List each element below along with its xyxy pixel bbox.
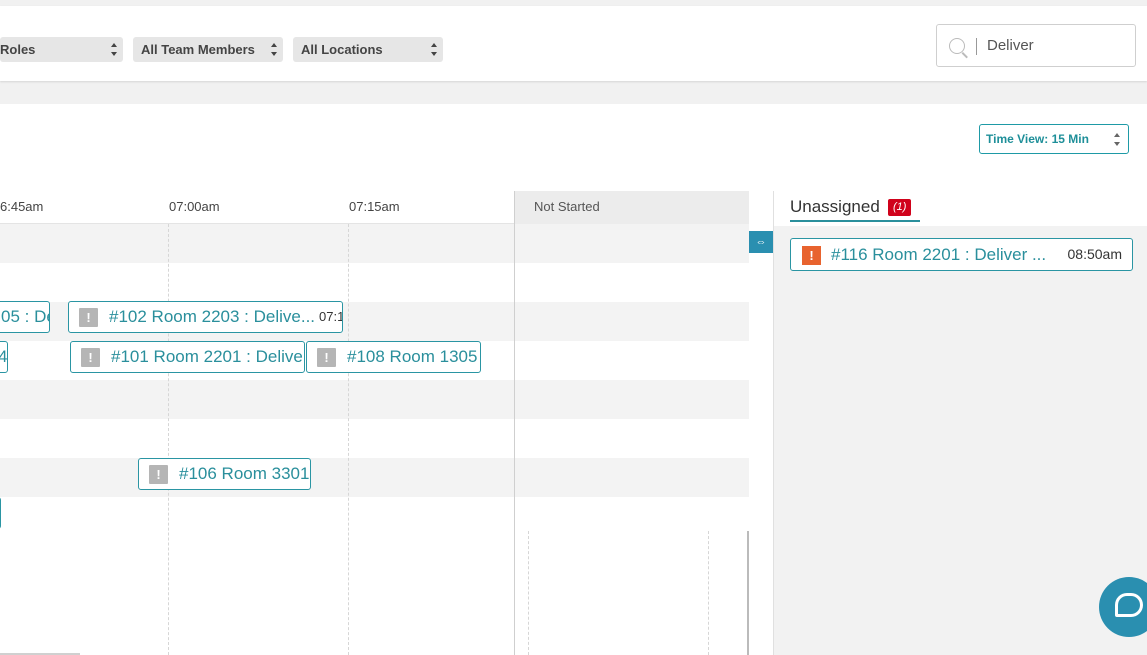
task-time: 08:50am bbox=[1067, 246, 1122, 262]
task-title: 4 bbox=[0, 342, 7, 372]
task-card[interactable]: ! #102 Room 2203 : Delive... 07:1 bbox=[68, 301, 343, 333]
task-title: #108 Room 1305 bbox=[347, 347, 478, 366]
alert-icon: ! bbox=[802, 246, 821, 265]
time-tick: 07:15am bbox=[349, 199, 400, 214]
unassigned-count-badge: (1) bbox=[888, 199, 912, 216]
search-value: Deliver bbox=[987, 37, 1034, 54]
timeline-row bbox=[0, 224, 749, 263]
not-started-header: Not Started bbox=[514, 191, 749, 224]
search-separator bbox=[976, 38, 977, 55]
filter-bar: Roles All Team Members All Locations Del… bbox=[0, 6, 1147, 81]
task-card[interactable]: 05 : De bbox=[0, 301, 50, 333]
timeline-row bbox=[0, 419, 749, 458]
task-title: #116 Room 2201 : Deliver ... bbox=[831, 245, 1047, 264]
task-title: #101 Room 2201 : Deliver bbox=[111, 347, 305, 366]
time-gridline bbox=[168, 224, 169, 655]
timeline-row bbox=[0, 458, 749, 497]
task-card[interactable]: ! #108 Room 1305 bbox=[306, 341, 481, 373]
timeline-row bbox=[0, 380, 749, 419]
task-card[interactable]: ! #106 Room 3301 bbox=[138, 458, 311, 490]
chevron-updown-icon bbox=[111, 43, 117, 56]
alert-icon: ! bbox=[79, 308, 98, 327]
timeline-row bbox=[0, 263, 749, 302]
roles-select[interactable]: Roles bbox=[0, 37, 123, 62]
time-gridline bbox=[528, 531, 529, 655]
time-view-label: Time View: 15 Min bbox=[986, 132, 1089, 146]
task-title: #102 Room 2203 : Delive... bbox=[109, 307, 316, 326]
task-title: #106 Room 3301 bbox=[179, 464, 310, 483]
unassigned-title[interactable]: Unassigned bbox=[790, 197, 880, 217]
roles-select-label: Roles bbox=[0, 42, 36, 57]
schedule-panel: Time View: 15 Min 6:45am 07:00am 07:15am… bbox=[0, 104, 1147, 655]
task-card[interactable]: ! #101 Room 2201 : Deliver bbox=[70, 341, 305, 373]
timeline-row bbox=[0, 497, 749, 536]
search-icon bbox=[949, 38, 965, 54]
grid-edge bbox=[747, 531, 749, 655]
task-time: 07:1 bbox=[319, 309, 343, 324]
alert-icon: ! bbox=[81, 348, 100, 367]
locations-select-label: All Locations bbox=[301, 42, 383, 57]
unassigned-panel: Unassigned (1) ! #116 Room 2201 : Delive… bbox=[773, 191, 1147, 655]
time-view-select[interactable]: Time View: 15 Min bbox=[979, 124, 1129, 154]
time-gridline bbox=[708, 531, 709, 655]
not-started-divider bbox=[514, 191, 515, 655]
timeline-header: 6:45am 07:00am 07:15am Not Started bbox=[0, 191, 749, 224]
locations-select[interactable]: All Locations bbox=[293, 37, 443, 62]
time-tick: 07:00am bbox=[169, 199, 220, 214]
team-members-select-label: All Team Members bbox=[141, 42, 255, 57]
alert-icon: ! bbox=[149, 465, 168, 484]
chat-icon bbox=[1115, 593, 1143, 617]
chevron-updown-icon bbox=[271, 43, 277, 56]
task-title: 05 : De bbox=[1, 307, 49, 326]
chevron-updown-icon bbox=[1114, 133, 1120, 146]
unassigned-task-card[interactable]: ! #116 Room 2201 : Deliver ... 08:50am bbox=[790, 238, 1133, 271]
timeline-grid: 6:45am 07:00am 07:15am Not Started 05 : … bbox=[0, 191, 749, 655]
chevron-updown-icon bbox=[431, 43, 437, 56]
task-card[interactable]: 4 bbox=[0, 341, 8, 373]
alert-icon: ! bbox=[317, 348, 336, 367]
team-members-select[interactable]: All Team Members bbox=[133, 37, 283, 62]
collapse-icon[interactable]: ⇔ bbox=[749, 231, 773, 253]
unassigned-tab-underline bbox=[790, 220, 920, 222]
app-root: Roles All Team Members All Locations Del… bbox=[0, 0, 1147, 655]
time-gridline bbox=[348, 224, 349, 655]
unassigned-header: Unassigned (1) bbox=[774, 191, 1147, 226]
task-card-edge[interactable] bbox=[0, 497, 1, 529]
time-tick: 6:45am bbox=[0, 199, 44, 214]
search-input[interactable]: Deliver bbox=[936, 24, 1136, 67]
